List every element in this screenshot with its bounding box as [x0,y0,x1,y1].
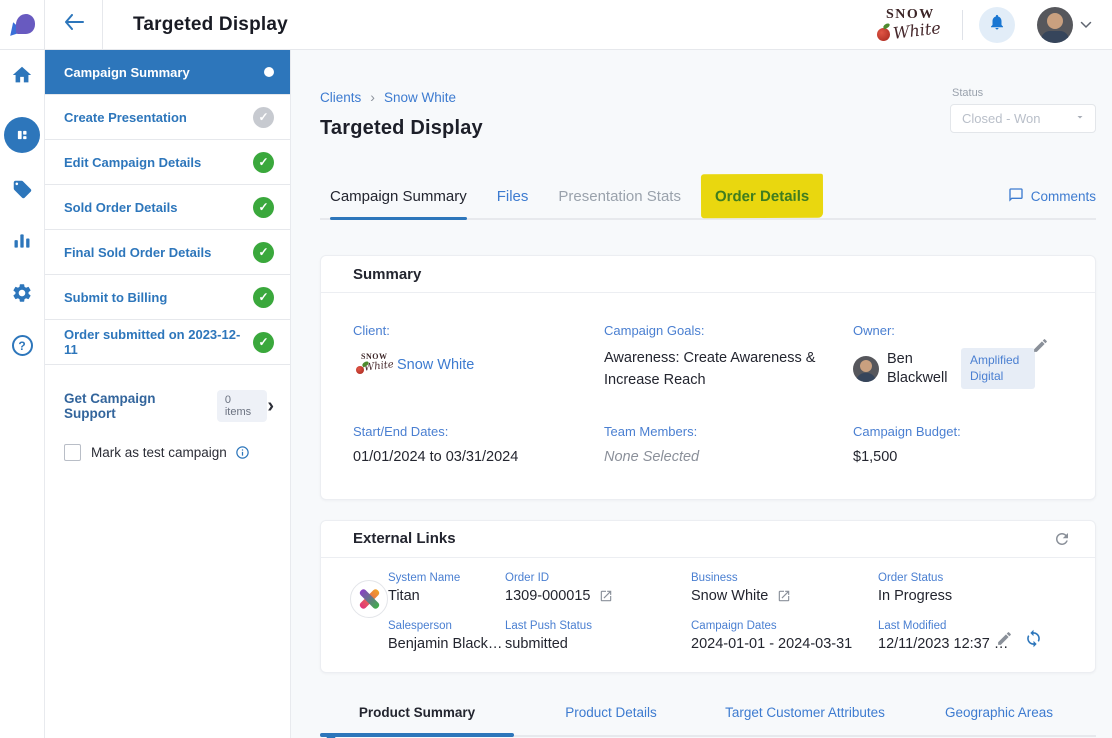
apple-icon [877,28,890,41]
nav-home[interactable] [11,64,33,91]
bar-chart-icon [12,231,32,256]
user-avatar [1037,7,1073,43]
external-link-icon[interactable] [599,589,613,603]
tab-product-summary[interactable]: Product Summary [320,705,514,735]
ext-field-salesperson: Salesperson Benjamin Black… [388,620,505,652]
dates-field: Start/End Dates: 01/01/2024 to 03/31/202… [353,424,604,465]
client-field: Client: SNOW White Snow White [353,323,604,392]
step-create-presentation[interactable]: Create Presentation [45,95,290,140]
apple-icon [356,366,364,374]
chevron-right-icon: › [370,89,375,105]
support-items-badge: 0 items [217,390,267,422]
ext-field-campaign-dates: Campaign Dates 2024-01-01 - 2024-03-31 [691,620,878,652]
refresh-icon[interactable] [1053,530,1071,548]
tab-presentation-stats[interactable]: Presentation Stats [558,174,681,218]
tab-campaign-summary[interactable]: Campaign Summary [330,174,467,218]
client-logo-icon: SNOW White [353,348,389,382]
summary-card: Summary Client: SNOW White Snow White [320,255,1096,500]
external-links-card: External Links System Name Titan Order I… [320,520,1096,673]
dashboard-icon [4,117,40,153]
check-done-icon [253,197,274,218]
icon-rail: ? [0,50,45,738]
summary-card-title: Summary [353,266,1071,283]
bell-icon [988,13,1006,36]
ext-field-last-push-status: Last Push Status submitted [505,620,691,652]
campaign-steps-panel: Campaign Summary Create Presentation Edi… [45,50,291,738]
chevron-down-icon [1080,16,1092,34]
ext-field-business: Business Snow White [691,572,878,604]
breadcrumb-client-name[interactable]: Snow White [384,90,456,105]
client-brand-logo: SNOW White [872,4,946,46]
tab-product-details[interactable]: Product Details [514,705,708,735]
check-done-icon [253,332,274,353]
chevron-right-icon: › [267,396,274,416]
step-sold-order-details[interactable]: Sold Order Details [45,185,290,230]
get-campaign-support[interactable]: Get Campaign Support 0 items › [45,390,290,422]
tab-order-details-highlighted[interactable]: Order Details [701,174,823,218]
back-button[interactable] [45,0,103,49]
user-menu[interactable] [1037,7,1092,43]
tab-files[interactable]: Files [497,174,529,218]
back-arrow-icon [64,14,84,35]
chevron-down-icon [1074,110,1086,128]
help-icon: ? [12,335,33,356]
budget-field: Campaign Budget: $1,500 [853,424,1063,465]
check-pending-icon [253,107,274,128]
test-campaign-row: Mark as test campaign [45,444,290,461]
status-dropdown[interactable]: Closed - Won [950,104,1096,133]
edit-pencil-icon[interactable] [996,630,1013,647]
ext-field-order-status: Order Status In Progress [878,572,1071,604]
comments-button[interactable]: Comments [1008,187,1096,206]
main-content: Clients › Snow White Targeted Display St… [291,50,1112,738]
step-edit-campaign-details[interactable]: Edit Campaign Details [45,140,290,185]
breadcrumb-clients[interactable]: Clients [320,90,361,105]
external-link-icon[interactable] [777,589,791,603]
campaign-goals-field: Campaign Goals: Awareness: Create Awaren… [604,323,853,392]
nav-dashboard-active[interactable] [4,117,40,153]
step-campaign-summary[interactable]: Campaign Summary [45,50,290,95]
nav-help[interactable]: ? [12,335,33,356]
add-product-plus-icon[interactable]: + [326,728,336,738]
home-icon [11,64,33,91]
check-done-icon [253,287,274,308]
divider [962,10,963,40]
test-campaign-checkbox[interactable] [64,444,81,461]
product-tabs: Product Summary Product Details Target C… [320,705,1096,737]
external-links-title: External Links [353,530,1053,547]
ext-field-order-id: Order ID 1309-000015 [505,572,691,604]
active-dot-icon [264,67,274,77]
nav-tags[interactable] [12,179,33,205]
nav-settings[interactable] [11,282,33,309]
step-final-sold-order-details[interactable]: Final Sold Order Details [45,230,290,275]
top-bar: Targeted Display SNOW White [0,0,1112,50]
check-done-icon [253,152,274,173]
campaign-tabs: Campaign Summary Files Presentation Stat… [320,174,1096,220]
team-members-field: Team Members: None Selected [604,424,853,465]
step-submit-to-billing[interactable]: Submit to Billing [45,275,290,320]
comment-bubble-icon [1008,187,1024,206]
status-label: Status [952,87,1096,99]
status-control: Status Closed - Won [950,87,1096,133]
tab-geographic-areas[interactable]: Geographic Areas [902,705,1096,735]
titan-x-logo-icon [350,580,388,618]
owner-field: Owner: Ben Blackwell Amplified Digital [853,323,1063,392]
ext-field-system-name: System Name Titan [388,572,505,604]
app-logo[interactable] [0,0,45,49]
edit-owner-pencil-icon[interactable] [1032,337,1049,359]
nav-reports[interactable] [12,231,32,256]
owner-org-badge: Amplified Digital [961,348,1035,389]
owner-name: Ben Blackwell [887,350,953,386]
notifications-button[interactable] [979,7,1015,43]
sync-icon[interactable] [1024,629,1043,648]
check-done-icon [253,242,274,263]
adcellerant-logo-icon [8,13,36,37]
tag-icon [12,179,33,205]
gear-icon [11,282,33,309]
client-link[interactable]: Snow White [397,357,474,373]
tab-target-customer-attributes[interactable]: Target Customer Attributes [708,705,902,735]
step-order-submitted[interactable]: Order submitted on 2023-12-11 [45,320,290,365]
info-icon[interactable] [235,445,250,460]
owner-avatar [853,356,879,382]
window-title: Targeted Display [133,14,288,36]
